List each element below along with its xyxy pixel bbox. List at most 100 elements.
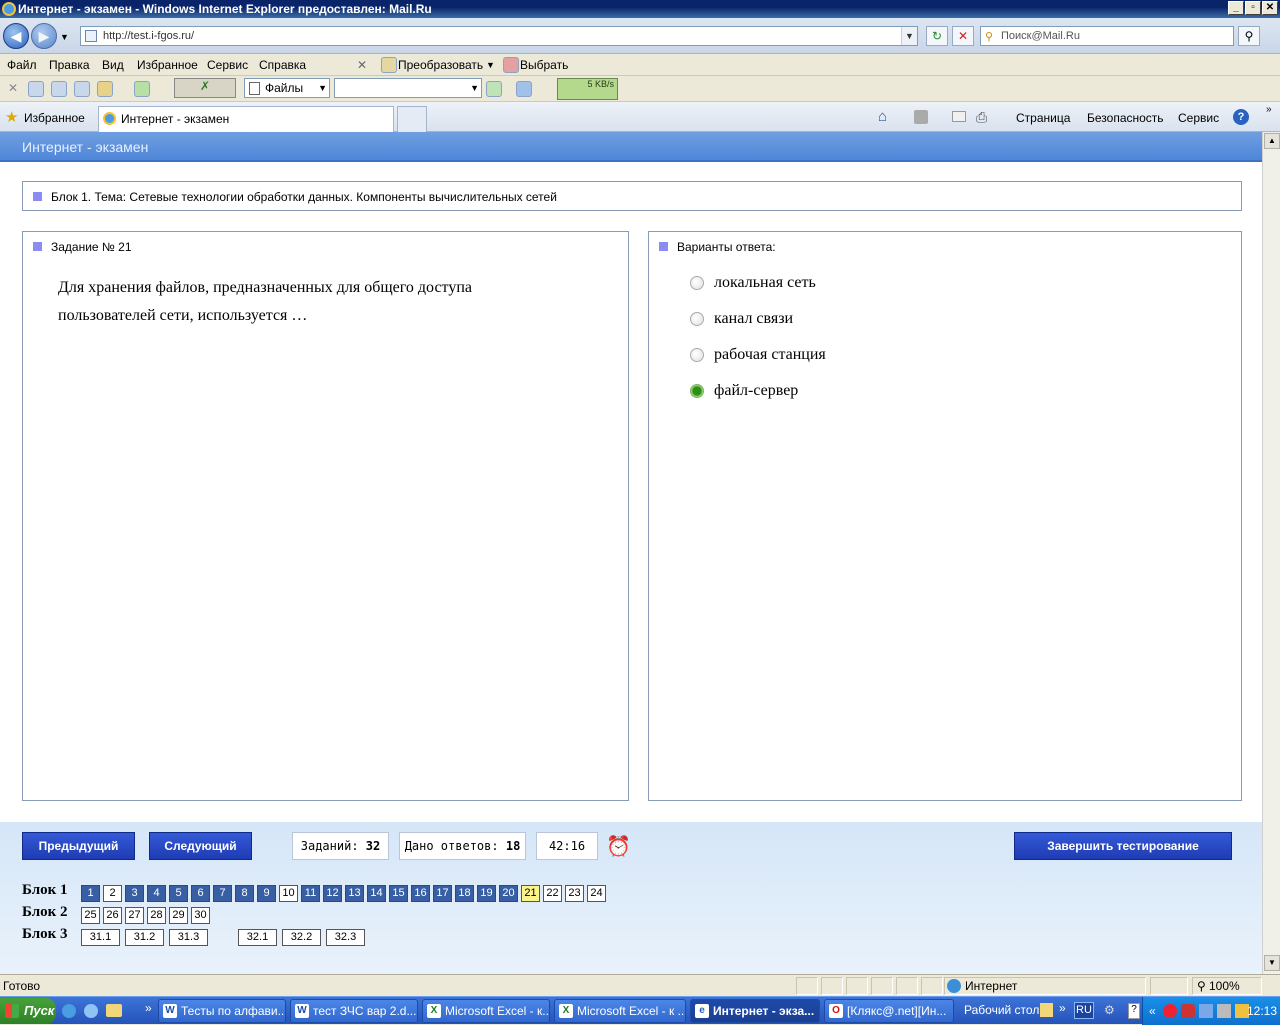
forward-button[interactable]: ▶ [31,23,57,49]
task-opera[interactable]: O [Клякс@.net][Ин... [824,999,954,1023]
tab-current[interactable]: Интернет - экзамен [98,106,394,132]
question-number-22[interactable]: 22 [543,885,562,902]
files-dropdown[interactable]: Файлы ▼ [244,78,330,98]
question-number-32-2[interactable]: 32.2 [282,929,321,946]
task-word-1[interactable]: W Тесты по алфави... [158,999,286,1023]
back-button[interactable]: ◀ [3,23,29,49]
favorites-star-icon[interactable]: ★ [5,108,18,126]
quicklaunch-ie-icon[interactable] [62,1004,76,1018]
question-number-21[interactable]: 21 [521,885,540,902]
question-number-6[interactable]: 6 [191,885,210,902]
close-window-button[interactable]: ✕ [1262,1,1278,15]
convert-dropdown-icon[interactable]: ▼ [486,60,495,70]
radio-button[interactable] [690,312,704,326]
task-excel-1[interactable]: X Microsoft Excel - к... [422,999,550,1023]
zoom-cell[interactable]: ⚲ 100% [1192,977,1262,995]
radio-button[interactable] [690,276,704,290]
desktop-more-icon[interactable]: » [1059,1001,1066,1015]
favorites-label[interactable]: Избранное [24,111,85,125]
home-icon[interactable]: ⌂ [878,108,887,125]
toolbar-tool-icon-4[interactable] [97,81,113,97]
network-icon[interactable] [1199,1004,1213,1018]
question-number-17[interactable]: 17 [433,885,452,902]
feeds-icon[interactable] [914,110,928,124]
tools-menu[interactable]: Сервис [1178,111,1219,125]
toolbar-download-icon[interactable] [516,81,532,97]
toolbar-tool-icon-1[interactable] [28,81,44,97]
quicklaunch-folder-icon[interactable] [106,1004,122,1017]
quicklaunch-browser-icon[interactable] [84,1004,98,1018]
menu-view[interactable]: Вид [102,58,124,72]
question-number-15[interactable]: 15 [389,885,408,902]
menu-help[interactable]: Справка [259,58,306,72]
question-number-29[interactable]: 29 [169,907,188,924]
convert-button[interactable]: Преобразовать [398,58,483,72]
tray-help-icon[interactable]: ? [1128,1003,1140,1019]
menu-edit[interactable]: Правка [49,58,90,72]
next-button[interactable]: Следующий [149,832,252,860]
security-menu[interactable]: Безопасность [1087,111,1164,125]
stop-icon[interactable]: ✕ [952,26,974,46]
task-excel-2[interactable]: X Microsoft Excel - к ... [554,999,686,1023]
question-number-2[interactable]: 2 [103,885,122,902]
chevron-more-icon[interactable]: » [1266,104,1272,115]
quicklaunch-more-icon[interactable]: » [145,1001,152,1015]
help-icon[interactable]: ? [1233,109,1249,125]
task-ie-current[interactable]: e Интернет - экза... [690,999,820,1023]
question-number-30[interactable]: 30 [191,907,210,924]
close-toolbar-icon[interactable]: ✕ [8,81,18,95]
question-number-26[interactable]: 26 [103,907,122,924]
question-number-4[interactable]: 4 [147,885,166,902]
question-number-19[interactable]: 19 [477,885,496,902]
address-field[interactable]: http://test.i-fgos.ru/ ▼ [80,26,918,46]
toolbar-search-go-icon[interactable] [486,81,502,97]
scroll-down-icon[interactable]: ▼ [1264,955,1280,971]
question-number-11[interactable]: 11 [301,885,320,902]
antivirus-icon[interactable] [1181,1004,1195,1018]
question-number-20[interactable]: 20 [499,885,518,902]
history-dropdown-icon[interactable]: ▼ [60,32,69,42]
question-number-24[interactable]: 24 [587,885,606,902]
radio-button[interactable] [690,348,704,362]
toolbar-tool-icon-3[interactable] [74,81,90,97]
question-number-10[interactable]: 10 [279,885,298,902]
question-number-25[interactable]: 25 [81,907,100,924]
menu-favorites[interactable]: Избранное [137,58,198,72]
previous-button[interactable]: Предыдущий [22,832,135,860]
question-number-23[interactable]: 23 [565,885,584,902]
menu-tools[interactable]: Сервис [207,58,248,72]
search-go-icon[interactable]: ⚲ [1238,26,1260,46]
task-word-2[interactable]: W тест ЗЧС вар 2.d... [290,999,418,1023]
menu-file[interactable]: Файл [7,58,37,72]
speaker-icon[interactable] [1217,1004,1231,1018]
language-indicator[interactable]: RU [1074,1002,1094,1019]
toolbar-tool-icon-2[interactable] [51,81,67,97]
tray-tool-icon[interactable]: ⚙ [1104,1003,1120,1019]
question-number-32-1[interactable]: 32.1 [238,929,277,946]
close-menu-icon[interactable]: ✕ [357,58,367,72]
maximize-button[interactable]: ▫ [1245,1,1261,15]
download-tool-button[interactable]: ✗ [174,78,236,98]
question-number-31-3[interactable]: 31.3 [169,929,208,946]
radio-button-selected[interactable] [690,384,704,398]
page-menu[interactable]: Страница [1016,111,1070,125]
question-number-16[interactable]: 16 [411,885,430,902]
question-number-3[interactable]: 3 [125,885,144,902]
tray-expand-icon[interactable]: « [1149,997,1156,1025]
question-number-1[interactable]: 1 [81,885,100,902]
question-number-18[interactable]: 18 [455,885,474,902]
question-number-8[interactable]: 8 [235,885,254,902]
question-number-27[interactable]: 27 [125,907,144,924]
vertical-scrollbar[interactable]: ▲ ▼ [1262,132,1280,974]
toolbar-tool-icon-5[interactable] [134,81,150,97]
question-number-13[interactable]: 13 [345,885,364,902]
question-number-9[interactable]: 9 [257,885,276,902]
minimize-button[interactable]: _ [1228,1,1244,15]
question-number-31-2[interactable]: 31.2 [125,929,164,946]
new-tab-button[interactable] [397,106,427,132]
mailru-agent-icon[interactable] [1163,1004,1177,1018]
search-input[interactable]: ⚲ Поиск@Mail.Ru [980,26,1234,46]
desktop-toolbar-label[interactable]: Рабочий стол [964,1003,1039,1017]
question-number-5[interactable]: 5 [169,885,188,902]
mail-icon[interactable] [952,111,966,122]
